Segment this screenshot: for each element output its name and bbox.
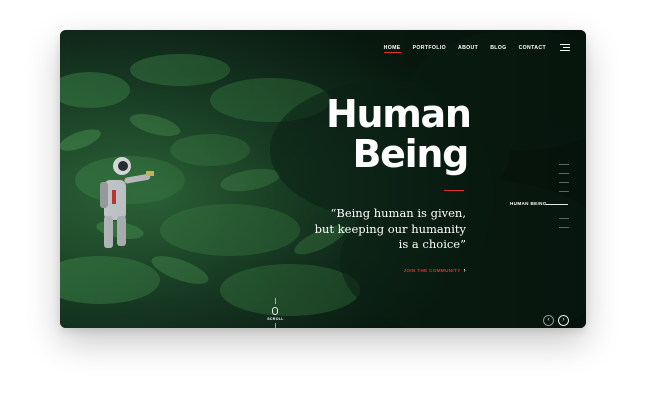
mouse-icon[interactable] bbox=[272, 307, 278, 315]
nav-item-contact[interactable]: CONTACT bbox=[519, 45, 546, 51]
arrow-left-icon[interactable]: ‹ bbox=[543, 315, 554, 326]
quote-line2: but keeping our humanity bbox=[314, 221, 466, 236]
quote-line3: is a choice” bbox=[398, 237, 466, 251]
slide-tick[interactable] bbox=[559, 164, 569, 165]
arrow-right-icon[interactable]: › bbox=[558, 315, 569, 326]
hamburger-menu-icon[interactable] bbox=[560, 44, 570, 51]
nav-item-home[interactable]: HOME bbox=[383, 45, 401, 53]
slide-tick[interactable] bbox=[559, 173, 569, 174]
scroll-label: SCROLL bbox=[267, 317, 284, 321]
browser-preview-frame: HOME PORTFOLIO ABOUT BLOG CONTACT Human … bbox=[60, 30, 586, 328]
join-community-link[interactable]: JOIN THE COMMUNITY › bbox=[376, 268, 466, 274]
title-divider bbox=[444, 190, 464, 191]
dark-overlay bbox=[60, 30, 586, 328]
slide-tick[interactable] bbox=[559, 182, 569, 183]
hero-quote: “Being human is given, but keeping our h… bbox=[284, 206, 466, 253]
nav-item-blog[interactable]: BLOG bbox=[490, 45, 506, 51]
slide-tick[interactable] bbox=[559, 191, 569, 192]
scroll-line-top bbox=[275, 298, 276, 304]
quote-line1: “Being human is given, bbox=[330, 206, 466, 220]
nav-item-about[interactable]: ABOUT bbox=[458, 45, 478, 51]
nav-item-portfolio[interactable]: PORTFOLIO bbox=[413, 45, 446, 51]
hero-title-line2: Being bbox=[352, 132, 469, 176]
hero-title-line1: Human bbox=[326, 92, 472, 136]
hero-title: Human Being bbox=[326, 92, 472, 176]
scroll-line-bottom bbox=[275, 323, 276, 328]
current-slide-label: HUMAN BEING bbox=[510, 201, 547, 206]
main-navigation: HOME PORTFOLIO ABOUT BLOG CONTACT bbox=[383, 44, 570, 53]
current-slide-line bbox=[546, 204, 568, 205]
slide-tick[interactable] bbox=[559, 227, 569, 228]
slide-tick[interactable] bbox=[559, 218, 569, 219]
chevron-right-icon: › bbox=[463, 268, 466, 274]
cta-label: JOIN THE COMMUNITY bbox=[403, 268, 461, 273]
